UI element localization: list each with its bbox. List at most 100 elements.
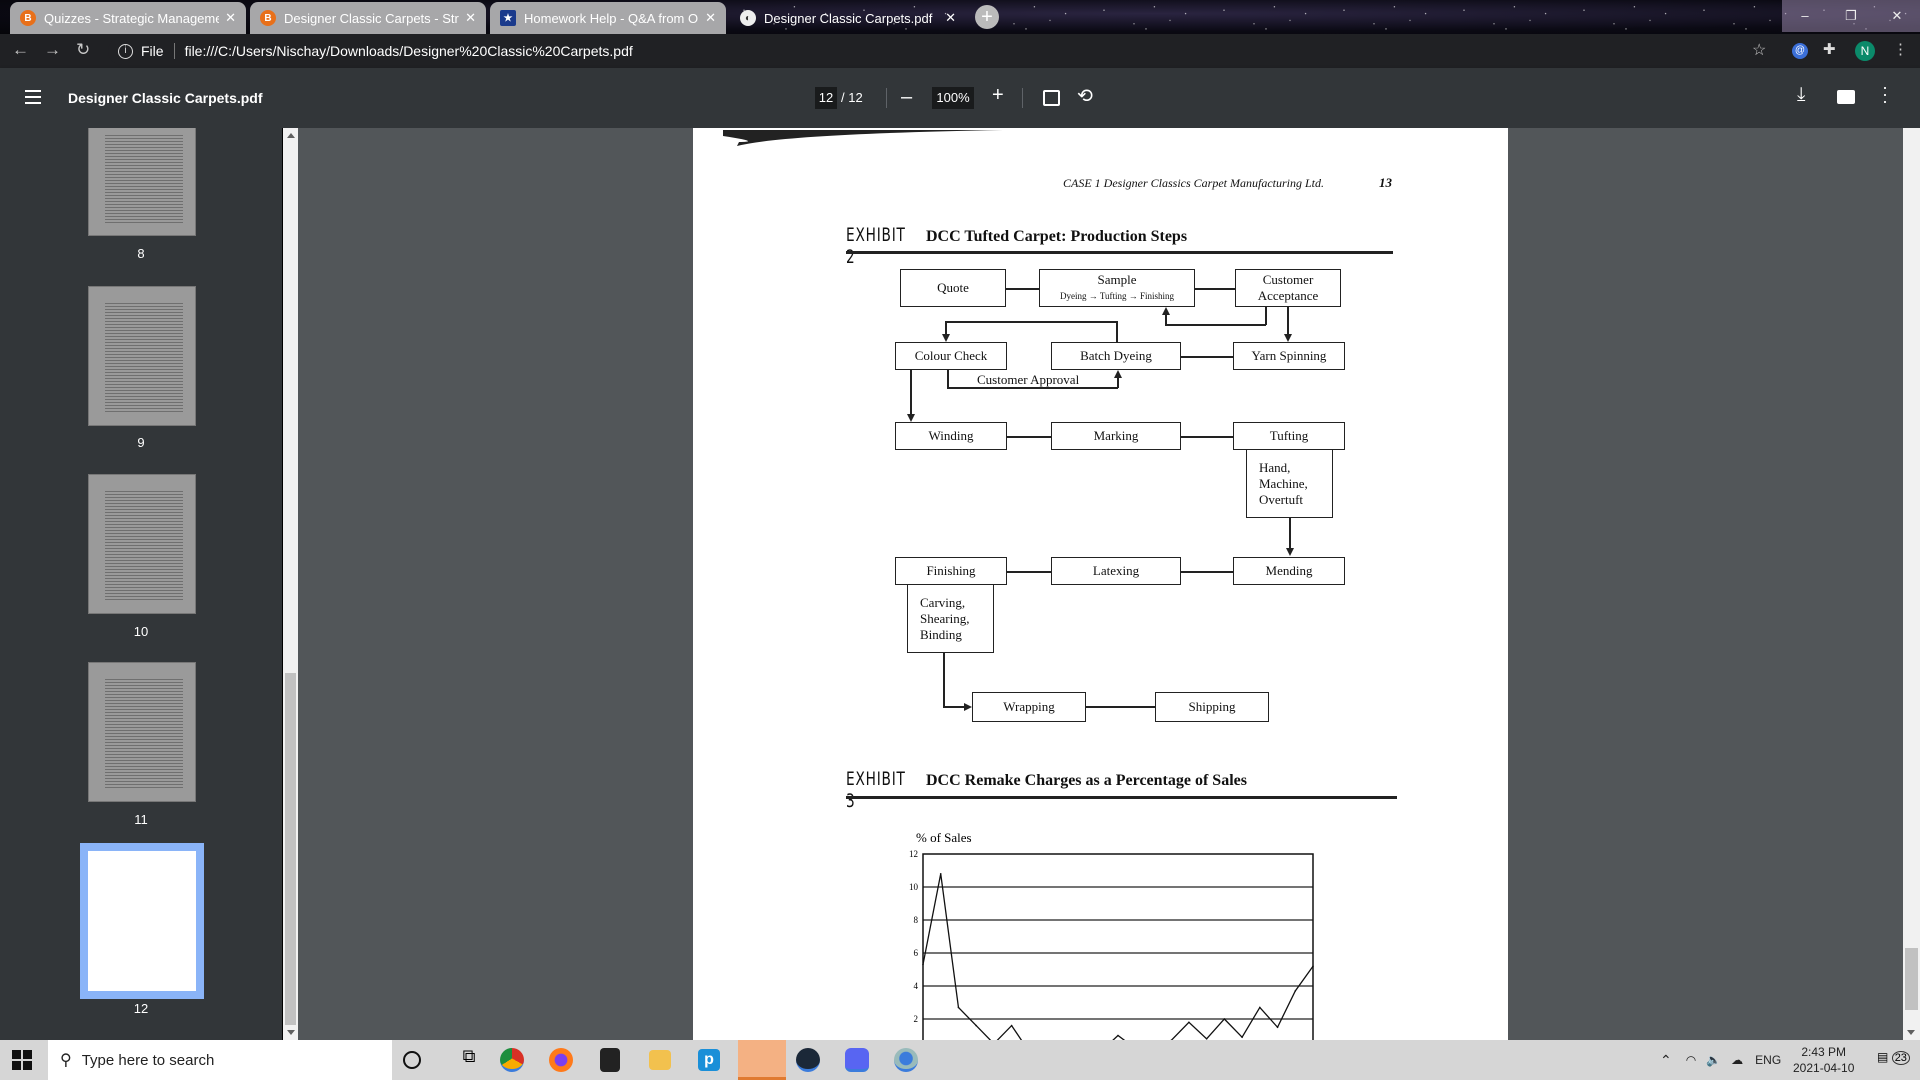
steam-icon[interactable] — [796, 1048, 820, 1072]
divider — [173, 43, 175, 59]
fit-to-page-icon[interactable] — [1043, 90, 1060, 106]
arrow-right — [964, 703, 972, 711]
clock[interactable]: 2:43 PM 2021-04-10 — [1793, 1044, 1854, 1076]
data-point — [1276, 1026, 1279, 1029]
language-indicator[interactable]: ENG — [1755, 1053, 1781, 1067]
arrow-down — [907, 414, 915, 422]
info-icon[interactable]: i — [118, 43, 133, 59]
files-icon[interactable] — [738, 1040, 786, 1080]
page-thumbnail-12-selected[interactable] — [80, 843, 204, 999]
tab-pdf-active[interactable]: ◐ Designer Classic Carpets.pdf ✕ — [730, 2, 966, 34]
sidebar-scrollbar[interactable] — [283, 128, 298, 1040]
maximize-button[interactable]: ❐ — [1828, 0, 1874, 32]
tab-homework-help[interactable]: ★ Homework Help - Q&A from On ✕ — [490, 2, 726, 34]
page-thumbnail-8[interactable] — [88, 128, 196, 236]
data-point — [1259, 1006, 1261, 1009]
minimize-button[interactable]: – — [1782, 0, 1828, 32]
data-point — [1294, 990, 1297, 992]
close-tab-icon[interactable]: ✕ — [225, 10, 236, 26]
scrollbar-thumb[interactable] — [1905, 948, 1918, 1010]
page-thumbnail-11[interactable] — [88, 662, 196, 802]
system-tray: ⌃ ◠ 🔈 ☁ ENG — [1660, 1040, 1781, 1080]
thumbnail-sidebar: 8 9 10 11 12 — [0, 128, 282, 1040]
hamburger-menu-icon[interactable] — [25, 90, 41, 104]
new-tab-button[interactable]: + — [975, 5, 999, 29]
close-tab-icon[interactable]: ✕ — [705, 10, 716, 26]
notification-icon: ▤ — [1877, 1050, 1889, 1064]
onedrive-offline-icon[interactable]: ☁ — [1731, 1053, 1743, 1067]
y-tick-label: 12 — [909, 849, 918, 859]
forward-icon[interactable]: → — [44, 40, 61, 60]
arrow-up — [1162, 307, 1170, 315]
profile-avatar[interactable]: N — [1855, 41, 1875, 61]
firefox-icon[interactable] — [549, 1048, 573, 1072]
plot-frame — [922, 853, 1314, 1040]
y-tick-label: 4 — [914, 981, 919, 991]
zoom-in-button[interactable]: + — [992, 84, 1004, 107]
tab-quizzes[interactable]: B Quizzes - Strategic Managemen ✕ — [10, 2, 246, 34]
scrollbar-thumb[interactable] — [285, 673, 296, 1025]
connector — [1007, 436, 1051, 438]
bookmark-star-icon[interactable]: ☆ — [1752, 40, 1766, 60]
connector — [945, 321, 1117, 323]
task-view-icon[interactable]: ⧉ — [455, 1046, 483, 1074]
reload-icon[interactable]: ↻ — [76, 40, 90, 60]
step-marking: Marking — [1051, 422, 1181, 450]
store-icon[interactable] — [600, 1048, 620, 1072]
close-window-button[interactable]: ✕ — [1874, 0, 1920, 32]
download-icon[interactable]: ⤓ — [1797, 84, 1805, 106]
browser-menu-icon[interactable]: ⋮ — [1893, 40, 1908, 58]
clock-time: 2:43 PM — [1801, 1045, 1847, 1059]
app-icon[interactable] — [894, 1048, 918, 1072]
step-winding: Winding — [895, 422, 1007, 450]
globe-icon: ◐ — [740, 10, 756, 26]
tufting-methods: Hand, Machine, Overtuft — [1246, 449, 1333, 518]
notification-center-button[interactable]: ▤ 23 — [1877, 1050, 1910, 1065]
running-head: CASE 1 Designer Classics Carpet Manufact… — [1063, 176, 1324, 190]
windows-start-icon[interactable] — [12, 1050, 32, 1070]
scroll-up-arrow[interactable] — [287, 133, 295, 138]
scroll-down-arrow[interactable] — [1907, 1030, 1915, 1035]
star-badge-icon: ★ — [500, 10, 516, 26]
y-tick-label: 8 — [914, 915, 919, 925]
chrome-icon[interactable] — [500, 1048, 524, 1072]
close-tab-icon[interactable]: ✕ — [945, 10, 956, 26]
remake-charges-chart: % of Sales 024681012 — [909, 830, 1314, 1040]
zoom-out-button[interactable]: – — [901, 86, 912, 109]
close-tab-icon[interactable]: ✕ — [465, 10, 476, 26]
extensions-puzzle-icon[interactable]: ✚ — [1823, 40, 1836, 58]
step-latexing: Latexing — [1051, 557, 1181, 585]
show-hidden-icons-chevron[interactable]: ⌃ — [1660, 1052, 1672, 1069]
page-number-input[interactable]: 12 — [815, 87, 837, 109]
exhibit-3-heading: EXHIBIT 3 DCC Remake Charges as a Percen… — [846, 768, 1247, 812]
cortana-icon[interactable] — [403, 1051, 421, 1069]
scroll-down-arrow[interactable] — [287, 1030, 295, 1035]
tab-title: Quizzes - Strategic Managemen — [44, 10, 220, 26]
tab-designer-classic-carpets[interactable]: B Designer Classic Carpets - Strate ✕ — [250, 2, 486, 34]
print-icon[interactable] — [1837, 90, 1855, 104]
page-thumbnail-10[interactable] — [88, 474, 196, 614]
back-icon[interactable]: ← — [12, 40, 29, 60]
divider — [886, 88, 887, 108]
step-mending: Mending — [1233, 557, 1345, 585]
arrow-down — [1286, 548, 1294, 556]
y-tick-label: 2 — [914, 1014, 919, 1024]
taskbar-search-box[interactable]: ⚲ Type here to search — [48, 1040, 392, 1080]
extension-icon[interactable]: @ — [1792, 43, 1808, 59]
wifi-icon[interactable]: ◠ — [1686, 1053, 1696, 1067]
connector — [1181, 436, 1233, 438]
page-thumbnail-9[interactable] — [88, 286, 196, 426]
pandora-icon[interactable]: p — [698, 1049, 720, 1071]
zoom-level-input[interactable]: 100% — [932, 87, 974, 109]
more-options-icon[interactable]: · · · — [1882, 78, 1888, 110]
rotate-icon[interactable]: ⟲ — [1077, 85, 1093, 108]
data-point — [1241, 1036, 1243, 1038]
discord-icon[interactable] — [845, 1048, 869, 1072]
url-field[interactable]: i File file:///C:/Users/Nischay/Download… — [108, 37, 1768, 65]
viewer-scrollbar[interactable] — [1903, 128, 1920, 1040]
thumbnail-label: 10 — [133, 624, 149, 639]
page-total: / 12 — [841, 90, 863, 105]
volume-icon[interactable]: 🔈 — [1706, 1053, 1721, 1067]
connector — [1287, 307, 1289, 335]
file-explorer-icon[interactable] — [649, 1050, 671, 1070]
